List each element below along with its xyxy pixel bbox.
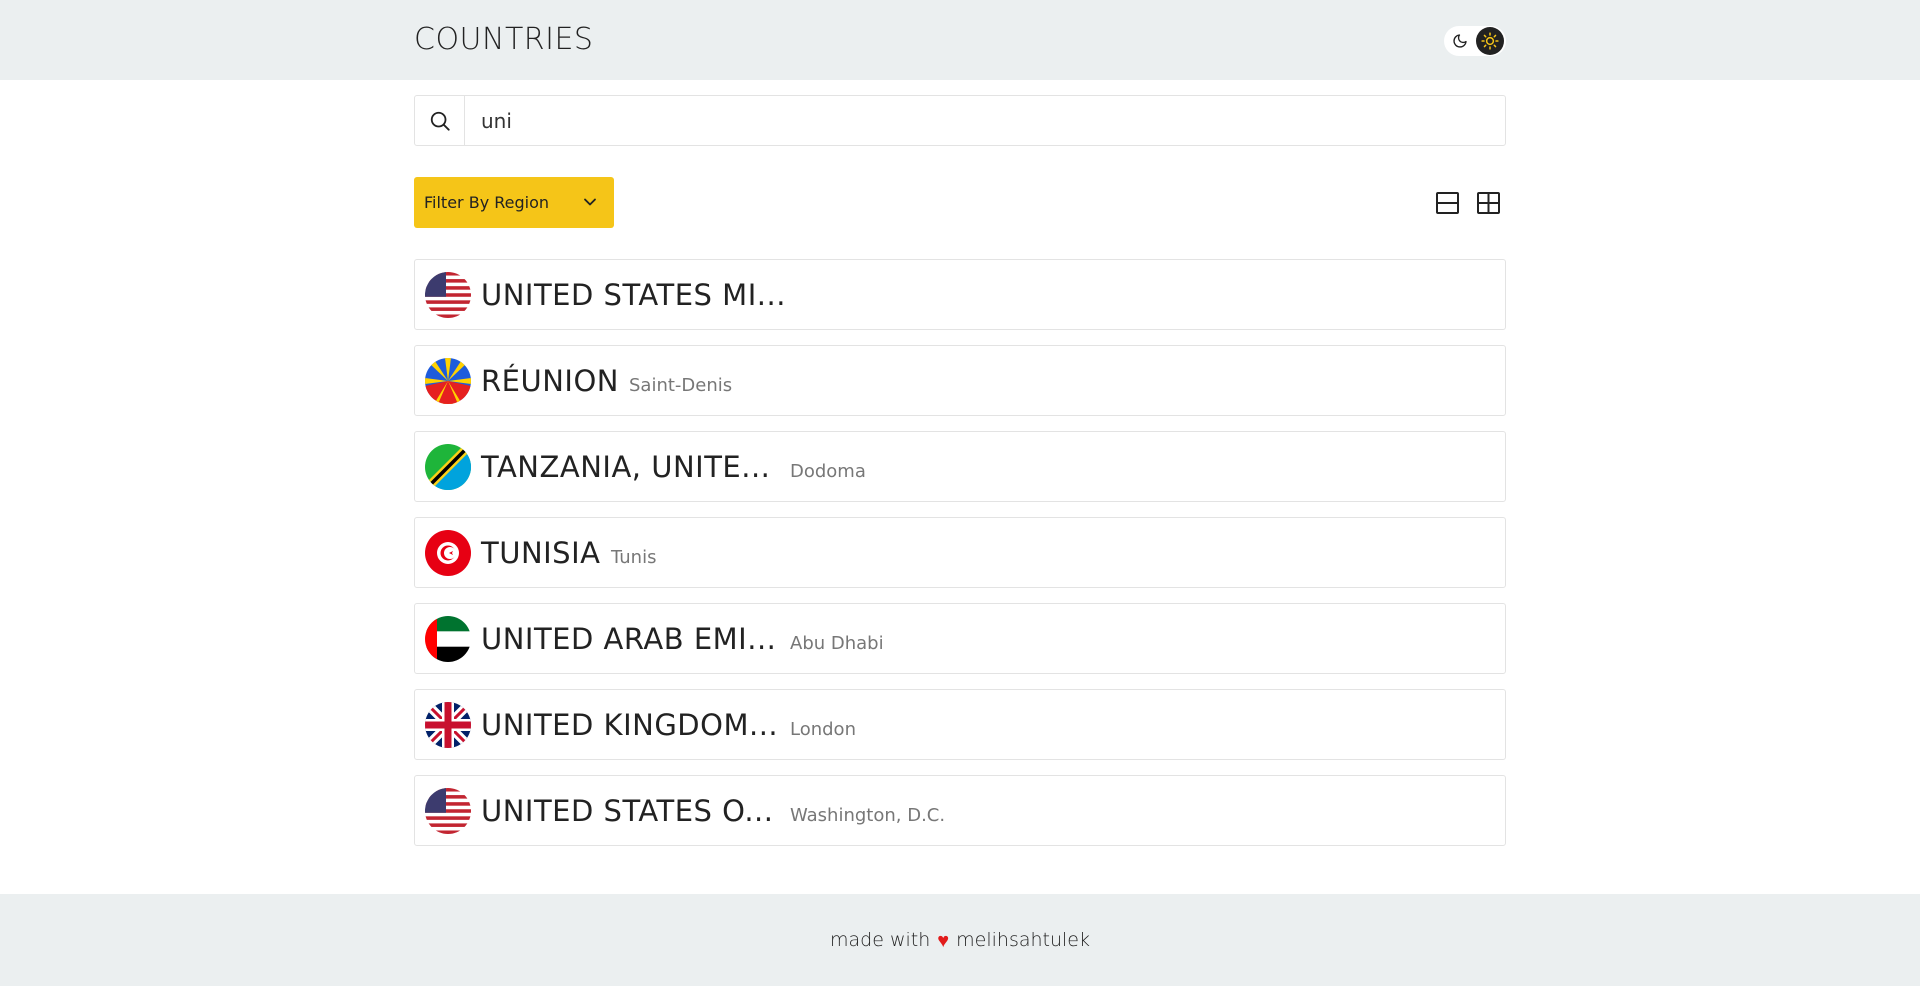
country-name: TUNISIA <box>481 536 601 570</box>
capital-name: Abu Dhabi <box>790 633 884 654</box>
country-row[interactable]: TANZANIA, UNITE... Dodoma <box>414 431 1506 502</box>
search-bar <box>414 95 1506 146</box>
page-title: COUNTRIES <box>414 22 594 57</box>
capital-name: Washington, D.C. <box>790 805 946 826</box>
uae-flag-icon <box>425 616 471 662</box>
theme-toggle[interactable] <box>1444 26 1506 56</box>
country-name: UNITED STATES O... <box>481 794 774 828</box>
capital-name: London <box>790 719 856 740</box>
search-input[interactable] <box>481 104 1481 137</box>
country-row[interactable]: UNITED STATES MI... <box>414 259 1506 330</box>
footer-prefix: made with <box>830 929 931 951</box>
country-name: UNITED STATES MI... <box>481 278 786 312</box>
country-row[interactable]: UNITED ARAB EMI... Abu Dhabi <box>414 603 1506 674</box>
tunisia-flag-icon <box>425 530 471 576</box>
chevron-down-icon <box>580 192 600 212</box>
top-bar: COUNTRIES <box>0 0 1920 80</box>
footer: made with ♥ melihsahtulek <box>0 894 1920 986</box>
country-row[interactable]: UNITED KINGDOM... London <box>414 689 1506 760</box>
filter-by-region-dropdown[interactable]: Filter By Region <box>414 177 614 228</box>
capital-name: Saint-Denis <box>629 375 733 396</box>
sun-icon[interactable] <box>1476 27 1504 55</box>
filter-label: Filter By Region <box>424 193 550 212</box>
moon-icon[interactable] <box>1448 29 1472 53</box>
list-view-icon[interactable] <box>1435 190 1461 216</box>
reunion-flag-icon <box>425 358 471 404</box>
us-flag-icon <box>425 272 471 318</box>
search-icon[interactable] <box>415 96 465 145</box>
footer-author[interactable]: melihsahtulek <box>956 929 1090 951</box>
grid-view-icon[interactable] <box>1476 190 1502 216</box>
country-name: UNITED KINGDOM... <box>481 708 779 742</box>
tanzania-flag-icon <box>425 444 471 490</box>
country-row[interactable]: UNITED STATES O... Washington, D.C. <box>414 775 1506 846</box>
us-flag-icon <box>425 788 471 834</box>
capital-name: Dodoma <box>790 461 866 482</box>
country-list: UNITED STATES MI... RÉUNION Saint-Denis … <box>414 259 1506 861</box>
country-name: RÉUNION <box>481 364 619 398</box>
uk-flag-icon <box>425 702 471 748</box>
header-container: COUNTRIES <box>414 0 1506 80</box>
capital-name: Tunis <box>611 547 657 568</box>
country-row[interactable]: TUNISIA Tunis <box>414 517 1506 588</box>
heart-icon: ♥ <box>937 927 950 952</box>
country-name: UNITED ARAB EMI... <box>481 622 777 656</box>
country-row[interactable]: RÉUNION Saint-Denis <box>414 345 1506 416</box>
country-name: TANZANIA, UNITE... <box>481 450 771 484</box>
